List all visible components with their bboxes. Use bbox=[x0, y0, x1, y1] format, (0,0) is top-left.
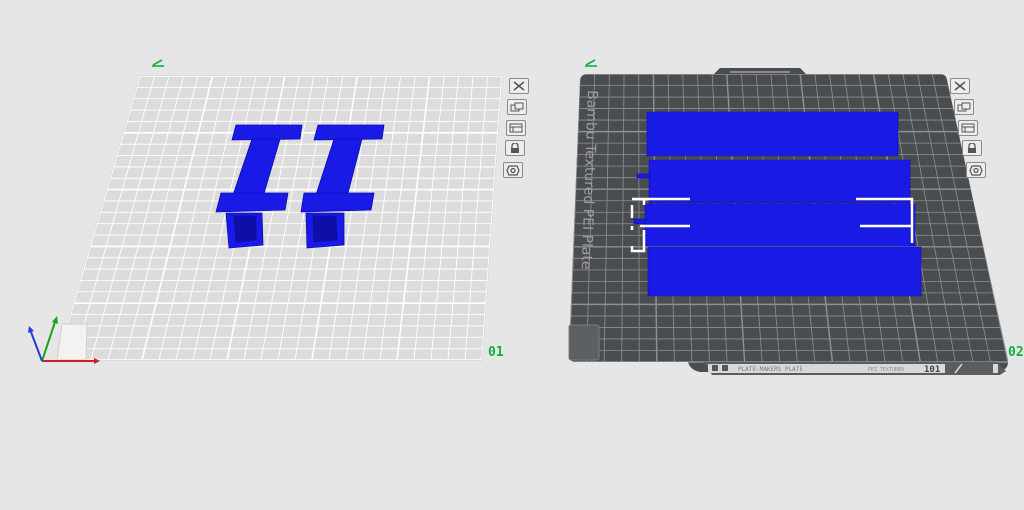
arrange-icon bbox=[957, 102, 971, 112]
plate-2-corner-tile bbox=[568, 324, 600, 361]
layout-icon bbox=[961, 123, 975, 133]
plate-2[interactable] bbox=[568, 59, 1009, 375]
close-icon bbox=[513, 81, 525, 91]
model-panel-4 bbox=[647, 246, 922, 297]
plate-2-strip-text: PLATE-MAKERS PLATE bbox=[738, 366, 803, 373]
plate-2-number: 02 bbox=[1008, 345, 1024, 360]
lock-icon bbox=[511, 142, 519, 153]
plate-1-corner-tile bbox=[56, 323, 88, 361]
plate-2-strip-id: 101 bbox=[924, 365, 940, 375]
strip-qr-icon bbox=[722, 365, 728, 371]
plate-1-number: 01 bbox=[488, 345, 504, 360]
plate-1[interactable] bbox=[28, 59, 503, 364]
edit-plate-2-icon[interactable] bbox=[585, 59, 597, 67]
plate-2-close-button[interactable] bbox=[950, 78, 970, 94]
model-panel-1 bbox=[646, 111, 899, 157]
arrange-icon bbox=[510, 102, 524, 112]
lock-icon bbox=[968, 142, 976, 153]
settings-icon bbox=[969, 164, 983, 176]
plate-1-layout-button[interactable] bbox=[506, 120, 526, 136]
model-panel-2 bbox=[648, 159, 911, 204]
settings-icon bbox=[506, 164, 520, 176]
layout-icon bbox=[509, 123, 523, 133]
strip-logo-icon bbox=[712, 365, 718, 371]
plate-1-lock-button[interactable] bbox=[505, 140, 525, 156]
close-icon bbox=[954, 81, 966, 91]
plate-2-strip-small-text: PEI TEXTURED bbox=[868, 367, 904, 373]
strip-dark-end bbox=[945, 364, 993, 373]
plate-2-layout-button[interactable] bbox=[958, 120, 978, 136]
model-panels[interactable] bbox=[633, 111, 922, 297]
plate-2-settings-button[interactable] bbox=[966, 162, 986, 178]
plate-2-lock-button[interactable] bbox=[962, 140, 982, 156]
plate-2-tab-slot bbox=[730, 71, 790, 73]
plate-1-close-button[interactable] bbox=[509, 78, 529, 94]
3d-viewport[interactable]: 01 02 Bambu Textured PEI Plate PLATE-MAK… bbox=[0, 0, 1024, 510]
edit-plate-1-icon[interactable] bbox=[152, 59, 164, 67]
plate-1-settings-button[interactable] bbox=[503, 162, 523, 178]
plate-2-arrange-button[interactable] bbox=[954, 99, 974, 115]
plate-1-arrange-button[interactable] bbox=[507, 99, 527, 115]
